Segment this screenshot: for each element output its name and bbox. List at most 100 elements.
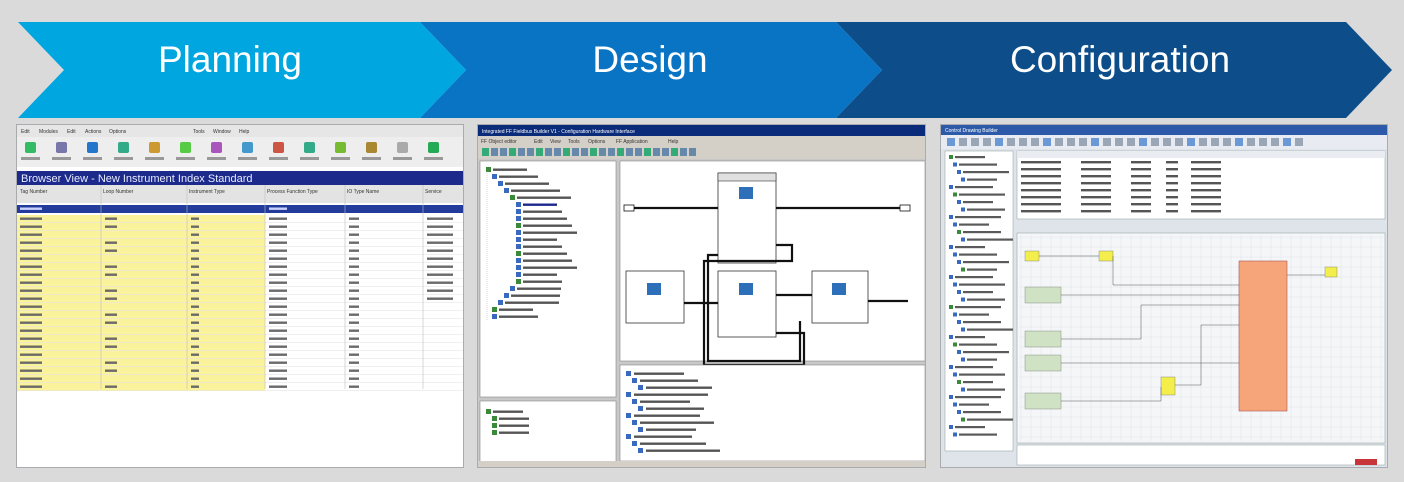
toolbar-button[interactable]	[1223, 138, 1231, 146]
table-row[interactable]	[17, 311, 464, 319]
toolbar-button[interactable]	[1175, 138, 1183, 146]
toolbar-button[interactable]	[482, 148, 489, 156]
table-row[interactable]	[17, 215, 464, 223]
toolbar-button[interactable]	[1247, 138, 1255, 146]
toolbar-button[interactable]	[947, 138, 955, 146]
toolbar-button[interactable]	[617, 148, 624, 156]
toolbar-button[interactable]	[1055, 138, 1063, 146]
toolbar-button[interactable]	[1259, 138, 1267, 146]
toolbar-button[interactable]	[1235, 138, 1243, 146]
table-row[interactable]	[17, 279, 464, 287]
toolbar-button[interactable]	[1163, 138, 1171, 146]
table-row[interactable]	[17, 327, 464, 335]
column-header[interactable]: Tag Number	[20, 189, 48, 195]
table-row[interactable]	[17, 335, 464, 343]
toolbar-button[interactable]	[1079, 138, 1087, 146]
table-row[interactable]	[17, 231, 464, 239]
menu-item[interactable]: Help	[239, 129, 250, 135]
toolbar-button[interactable]	[491, 148, 498, 156]
toolbar-button[interactable]	[1151, 138, 1159, 146]
toolbar-button[interactable]	[1211, 138, 1219, 146]
column-header[interactable]: Service	[425, 189, 442, 195]
table-row[interactable]	[17, 255, 464, 263]
table-row[interactable]	[17, 375, 464, 383]
planning-table-rows	[17, 207, 464, 391]
toolbar-button[interactable]	[653, 148, 660, 156]
toolbar-button[interactable]	[554, 148, 561, 156]
menu-item[interactable]: Edit	[21, 129, 30, 135]
toolbar-button[interactable]	[1187, 138, 1195, 146]
table-row[interactable]	[17, 263, 464, 271]
menu-item[interactable]: Window	[213, 129, 231, 135]
toolbar-button[interactable]	[1139, 138, 1147, 146]
menu-item[interactable]: View	[550, 139, 561, 145]
toolbar-button[interactable]	[581, 148, 588, 156]
toolbar-button[interactable]	[680, 148, 687, 156]
table-row[interactable]	[17, 383, 464, 391]
toolbar-button[interactable]	[563, 148, 570, 156]
toolbar-button[interactable]	[1115, 138, 1123, 146]
menu-item[interactable]: Edit	[534, 139, 543, 145]
toolbar-button[interactable]	[1019, 138, 1027, 146]
table-row[interactable]	[17, 271, 464, 279]
toolbar-button[interactable]	[1007, 138, 1015, 146]
toolbar-button[interactable]	[959, 138, 967, 146]
table-row[interactable]	[17, 359, 464, 367]
table-row[interactable]	[17, 239, 464, 247]
table-row[interactable]	[17, 343, 464, 351]
toolbar-button[interactable]	[995, 138, 1003, 146]
toolbar-button[interactable]	[536, 148, 543, 156]
toolbar-button[interactable]	[1031, 138, 1039, 146]
table-row[interactable]	[17, 367, 464, 375]
table-row[interactable]	[17, 295, 464, 303]
menu-item[interactable]: FF Application	[616, 139, 648, 145]
toolbar-button[interactable]	[545, 148, 552, 156]
menu-item[interactable]: Help	[668, 139, 679, 145]
menu-item[interactable]: Options	[588, 139, 606, 145]
menu-item[interactable]: Actions	[85, 129, 102, 135]
toolbar-button[interactable]	[1127, 138, 1135, 146]
toolbar-button[interactable]	[689, 148, 696, 156]
toolbar-button[interactable]	[983, 138, 991, 146]
toolbar-button[interactable]	[662, 148, 669, 156]
table-row[interactable]	[17, 303, 464, 311]
menu-item[interactable]: Tools	[568, 139, 580, 145]
table-row[interactable]	[17, 223, 464, 231]
table-row[interactable]	[17, 287, 464, 295]
toolbar-button[interactable]	[635, 148, 642, 156]
toolbar-button[interactable]	[1091, 138, 1099, 146]
toolbar-button[interactable]	[1295, 138, 1303, 146]
toolbar-button[interactable]	[1283, 138, 1291, 146]
column-header[interactable]: Instrument Type	[189, 189, 225, 195]
toolbar-button[interactable]	[509, 148, 516, 156]
toolbar-button[interactable]	[1043, 138, 1051, 146]
configuration-window-title: Control Drawing Builder	[945, 128, 998, 134]
menu-item[interactable]: FF Object editor	[481, 139, 517, 145]
table-row[interactable]	[17, 319, 464, 327]
toolbar-button[interactable]	[590, 148, 597, 156]
toolbar-button[interactable]	[626, 148, 633, 156]
toolbar-button[interactable]	[572, 148, 579, 156]
toolbar-button[interactable]	[671, 148, 678, 156]
menu-item[interactable]: Edit	[67, 129, 76, 135]
menu-item[interactable]: Modules	[39, 129, 58, 135]
column-header[interactable]: IO Type Name	[347, 189, 379, 195]
toolbar-button[interactable]	[518, 148, 525, 156]
toolbar-button[interactable]	[599, 148, 606, 156]
toolbar-button[interactable]	[527, 148, 534, 156]
table-row[interactable]	[17, 351, 464, 359]
toolbar-button[interactable]	[1067, 138, 1075, 146]
menu-item[interactable]: Options	[109, 129, 127, 135]
column-header[interactable]: Loop Number	[103, 189, 134, 195]
stage-label-configuration: Configuration	[1009, 39, 1231, 80]
toolbar-button[interactable]	[644, 148, 651, 156]
toolbar-button[interactable]	[971, 138, 979, 146]
toolbar-button[interactable]	[608, 148, 615, 156]
table-row[interactable]	[17, 247, 464, 255]
menu-item[interactable]: Tools	[193, 129, 205, 135]
toolbar-button[interactable]	[1103, 138, 1111, 146]
toolbar-button[interactable]	[500, 148, 507, 156]
toolbar-button[interactable]	[1271, 138, 1279, 146]
column-header[interactable]: Process Function Type	[267, 189, 318, 195]
toolbar-button[interactable]	[1199, 138, 1207, 146]
